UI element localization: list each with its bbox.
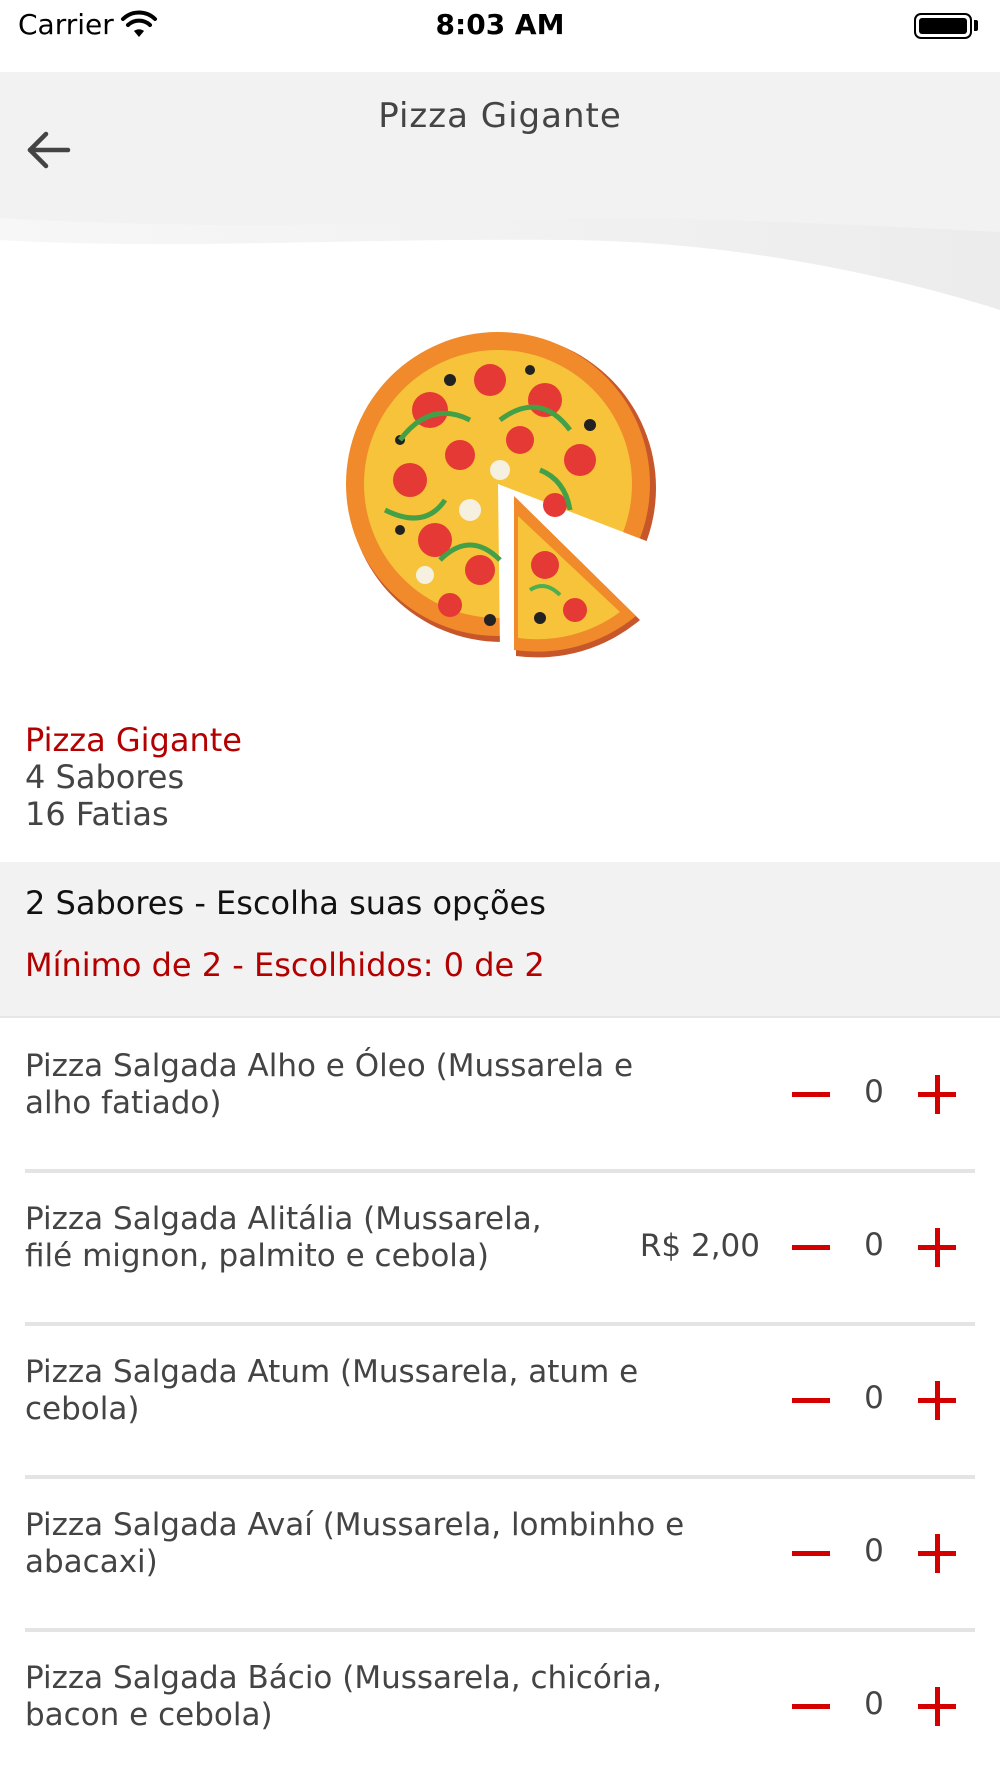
option-quantity: 0	[864, 1686, 884, 1722]
product-flavors: 4 Sabores	[25, 758, 185, 796]
increase-button[interactable]	[912, 1068, 964, 1120]
option-row: Pizza Salgada Alitália (Mussarela, filé …	[0, 1173, 1000, 1326]
option-label-line: cebola)	[25, 1391, 140, 1427]
option-label-line: Pizza Salgada Alho e Óleo (Mussarela e	[25, 1048, 634, 1084]
status-bar: Carrier 8:03 AM	[0, 0, 1000, 72]
decrease-button[interactable]	[786, 1680, 838, 1732]
arrow-left-icon	[27, 131, 71, 169]
option-quantity: 0	[864, 1533, 884, 1569]
decrease-button[interactable]	[786, 1221, 838, 1273]
option-label-line: abacaxi)	[25, 1544, 158, 1580]
increase-button[interactable]	[912, 1680, 964, 1732]
option-row: Pizza Salgada Avaí (Mussarela, lombinho …	[0, 1479, 1000, 1632]
option-label-line: bacon e cebola)	[25, 1697, 273, 1733]
product-name: Pizza Gigante	[25, 721, 242, 759]
increase-button[interactable]	[912, 1221, 964, 1273]
option-label: Pizza Salgada Alho e Óleo (Mussarela e a…	[25, 1048, 770, 1122]
option-price: R$ 2,00	[639, 1228, 760, 1264]
option-label: Pizza Salgada Atum (Mussarela, atum e ce…	[25, 1354, 770, 1428]
increase-button[interactable]	[912, 1527, 964, 1579]
screen: Carrier 8:03 AM Pizza Gigante Pizza Giga…	[0, 0, 1000, 1778]
decrease-button[interactable]	[786, 1068, 838, 1120]
increase-button[interactable]	[912, 1374, 964, 1426]
back-button[interactable]	[22, 124, 74, 176]
options-section-header: 2 Sabores - Escolha suas opções Mínimo d…	[0, 862, 1000, 1018]
option-label: Pizza Salgada Avaí (Mussarela, lombinho …	[25, 1507, 770, 1581]
option-label-line: alho fatiado)	[25, 1085, 222, 1121]
option-label-line: Pizza Salgada Avaí (Mussarela, lombinho …	[25, 1507, 685, 1543]
battery-tip	[974, 20, 978, 31]
option-label-line: Pizza Salgada Atum (Mussarela, atum e	[25, 1354, 639, 1390]
option-label: Pizza Salgada Bácio (Mussarela, chicória…	[25, 1660, 770, 1734]
option-row: Pizza Salgada Alho e Óleo (Mussarela e a…	[0, 1020, 1000, 1173]
section-title: 2 Sabores - Escolha suas opções	[25, 884, 546, 922]
header-title: Pizza Gigante	[378, 96, 622, 136]
option-row: Pizza Salgada Atum (Mussarela, atum e ce…	[0, 1326, 1000, 1479]
product-slices: 16 Fatias	[25, 795, 169, 833]
status-time: 8:03 AM	[435, 8, 565, 41]
battery-icon	[914, 13, 972, 39]
product-info: Pizza Gigante 4 Sabores 16 Fatias	[25, 722, 242, 833]
selection-rule: Mínimo de 2 - Escolhidos: 0 de 2	[25, 946, 545, 984]
options-list: Pizza Salgada Alho e Óleo (Mussarela e a…	[0, 1020, 1000, 1778]
option-row: Pizza Salgada Bácio (Mussarela, chicória…	[0, 1632, 1000, 1778]
option-quantity: 0	[864, 1380, 884, 1416]
header: Pizza Gigante	[0, 72, 1000, 322]
pizza-image	[346, 332, 660, 658]
decrease-button[interactable]	[786, 1374, 838, 1426]
option-label-line: Pizza Salgada Bácio (Mussarela, chicória…	[25, 1660, 663, 1696]
decrease-button[interactable]	[786, 1527, 838, 1579]
option-quantity: 0	[864, 1227, 884, 1263]
option-quantity: 0	[864, 1074, 884, 1110]
